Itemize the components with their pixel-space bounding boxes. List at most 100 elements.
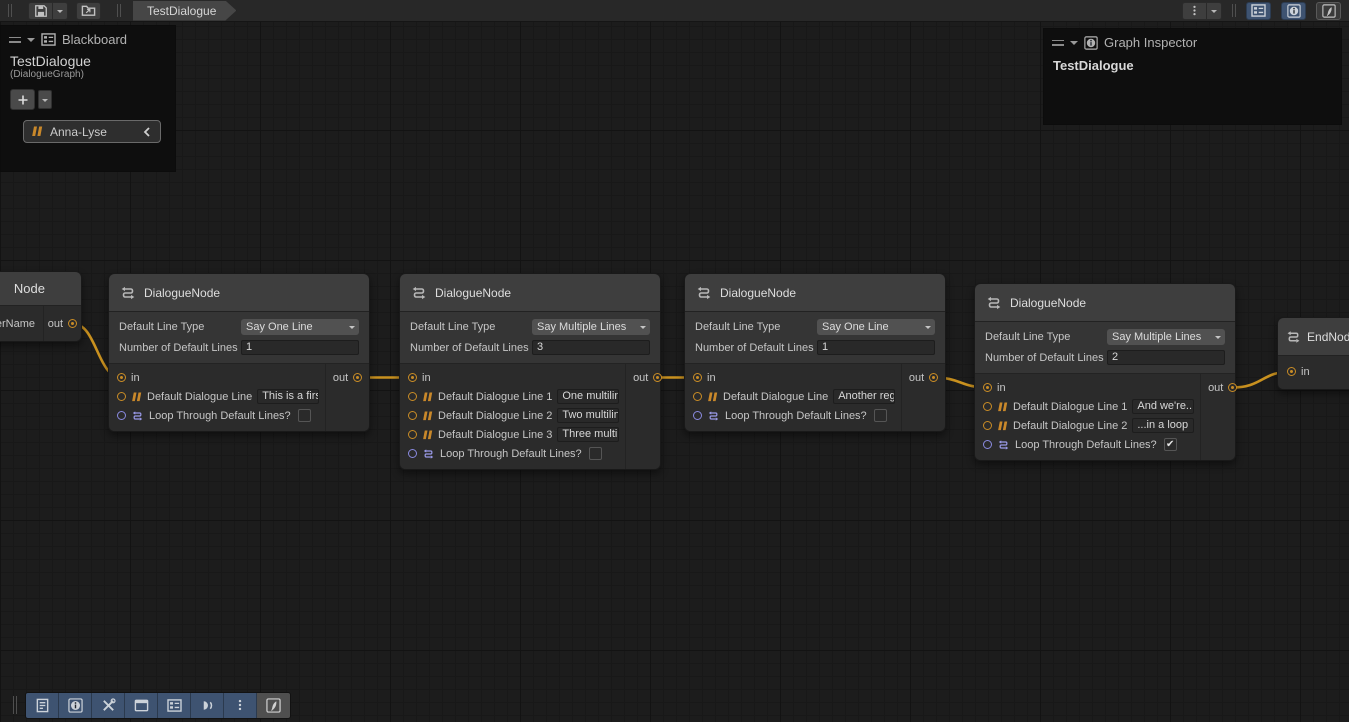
out-port[interactable]	[68, 319, 77, 328]
dialogue-line-field[interactable]: And we're...	[1132, 399, 1194, 414]
save-button[interactable]	[28, 2, 53, 20]
panel-drag-handle[interactable]	[1052, 40, 1064, 46]
chevron-left-icon[interactable]	[141, 126, 153, 138]
node-title[interactable]: DialogueNode	[975, 284, 1235, 322]
info-toggle-button[interactable]	[59, 693, 92, 718]
line-type-dropdown[interactable]: Say One Line	[241, 319, 359, 335]
audio-preview-button[interactable]	[191, 693, 224, 718]
script-graph-icon	[986, 295, 1002, 311]
toggle-blackboard-button[interactable]	[1246, 2, 1271, 20]
loop-label: Loop Through Default Lines?	[440, 448, 582, 460]
toggle-inspector-button[interactable]	[1281, 2, 1306, 20]
collapse-triangle-icon[interactable]	[27, 38, 35, 46]
panel-drag-handle[interactable]	[9, 37, 21, 43]
dialogue-line-field[interactable]: ...in a loop	[1132, 418, 1194, 433]
console-button[interactable]	[26, 693, 59, 718]
num-lines-field[interactable]: 3	[532, 340, 650, 355]
in-port[interactable]	[408, 373, 417, 382]
loop-label: Loop Through Default Lines?	[1015, 439, 1157, 451]
dialogue-line-field[interactable]: Three multili	[557, 427, 619, 442]
open-asset-button[interactable]	[76, 2, 101, 20]
dialogue-node-4[interactable]: DialogueNode Default Line Type Say Multi…	[974, 283, 1236, 461]
port-label: kerName	[0, 318, 35, 330]
dialogue-line-port[interactable]	[117, 392, 126, 401]
tools-button[interactable]	[92, 693, 125, 718]
loop-port[interactable]	[117, 411, 126, 420]
loop-port[interactable]	[693, 411, 702, 420]
quill-tool-button[interactable]	[257, 693, 290, 718]
dialogue-line-port[interactable]	[408, 392, 417, 401]
line-type-dropdown[interactable]: Say One Line	[817, 319, 935, 335]
collapse-triangle-icon[interactable]	[1070, 41, 1078, 49]
toggle-preview-button[interactable]	[1316, 2, 1341, 20]
options-dropdown-button[interactable]	[1207, 2, 1222, 20]
node-title[interactable]: EndNode	[1278, 318, 1349, 356]
blackboard-toggle-button[interactable]	[158, 693, 191, 718]
save-dropdown-button[interactable]	[53, 2, 68, 20]
num-lines-field[interactable]: 1	[817, 340, 935, 355]
loop-port[interactable]	[983, 440, 992, 449]
in-port[interactable]	[693, 373, 702, 382]
node-title[interactable]: DialogueNode	[400, 274, 660, 312]
dialogue-line-field[interactable]: Two multiline	[557, 408, 619, 423]
out-port-label: out	[633, 372, 648, 384]
graph-inspector-panel[interactable]: Graph Inspector TestDialogue	[1043, 28, 1342, 125]
out-port[interactable]	[929, 373, 938, 382]
dialogue-node-1[interactable]: DialogueNode Default Line Type Say One L…	[108, 273, 370, 432]
more-options-button[interactable]	[224, 693, 257, 718]
dialogue-line-field[interactable]: Another regu	[833, 389, 895, 404]
dialogue-line-label: Default Dialogue Line 1	[438, 391, 552, 403]
dialogue-line-port[interactable]	[408, 411, 417, 420]
add-property-button[interactable]	[10, 89, 35, 110]
options-button[interactable]	[1182, 2, 1207, 20]
tools-icon	[101, 698, 116, 713]
clipped-left-node[interactable]: Node kerName out	[0, 271, 82, 342]
in-port[interactable]	[117, 373, 126, 382]
toolbar-drag-handle[interactable]	[117, 4, 121, 17]
line-type-dropdown[interactable]: Say Multiple Lines	[1107, 329, 1225, 345]
blackboard-panel[interactable]: Blackboard TestDialogue (DialogueGraph) …	[0, 25, 176, 172]
window-button[interactable]	[125, 693, 158, 718]
out-port[interactable]	[653, 373, 662, 382]
toolbar-drag-handle[interactable]	[13, 696, 17, 714]
loop-checkbox[interactable]	[874, 409, 887, 422]
loop-checkbox[interactable]	[589, 447, 602, 460]
graph-tab[interactable]: TestDialogue	[133, 1, 236, 21]
loop-checkbox[interactable]	[298, 409, 311, 422]
num-lines-field[interactable]: 1	[241, 340, 359, 355]
node-title[interactable]: DialogueNode	[685, 274, 945, 312]
dialogue-line-port[interactable]	[983, 421, 992, 430]
end-node[interactable]: EndNode in	[1277, 317, 1349, 390]
blackboard-property-anna-lyse[interactable]: Anna-Lyse	[23, 120, 161, 143]
dialogue-node-3[interactable]: DialogueNode Default Line Type Say One L…	[684, 273, 946, 432]
node-title[interactable]: DialogueNode	[109, 274, 369, 312]
toolbar-drag-handle[interactable]	[8, 4, 12, 17]
property-label: Anna-Lyse	[50, 125, 134, 139]
in-port[interactable]	[983, 383, 992, 392]
line-type-dropdown[interactable]: Say Multiple Lines	[532, 319, 650, 335]
dialogue-line-port[interactable]	[693, 392, 702, 401]
num-lines-field[interactable]: 2	[1107, 350, 1225, 365]
out-port[interactable]	[1228, 383, 1237, 392]
node-title[interactable]: Node	[0, 272, 81, 306]
quote-icon	[707, 392, 718, 402]
line-type-label: Default Line Type	[695, 321, 817, 333]
toolbar-drag-handle[interactable]	[1232, 4, 1236, 17]
dialogue-line-label: Default Dialogue Line 2	[1013, 420, 1127, 432]
line-type-label: Default Line Type	[119, 321, 241, 333]
quote-icon	[31, 126, 43, 137]
dialogue-line-port[interactable]	[983, 402, 992, 411]
out-port[interactable]	[353, 373, 362, 382]
line-type-value: Say Multiple Lines	[537, 321, 626, 333]
script-graph-icon	[411, 285, 427, 301]
graph-tab-label: TestDialogue	[147, 4, 216, 18]
in-port[interactable]	[1287, 367, 1296, 376]
dialogue-line-field[interactable]: One multiline	[557, 389, 619, 404]
loop-port[interactable]	[408, 449, 417, 458]
dialogue-line-field[interactable]: This is a first	[257, 389, 319, 404]
add-property-dropdown[interactable]	[38, 90, 52, 109]
info-icon	[68, 698, 83, 713]
loop-checkbox[interactable]: ✔	[1164, 438, 1177, 451]
dialogue-line-port[interactable]	[408, 430, 417, 439]
dialogue-node-2[interactable]: DialogueNode Default Line Type Say Multi…	[399, 273, 661, 470]
